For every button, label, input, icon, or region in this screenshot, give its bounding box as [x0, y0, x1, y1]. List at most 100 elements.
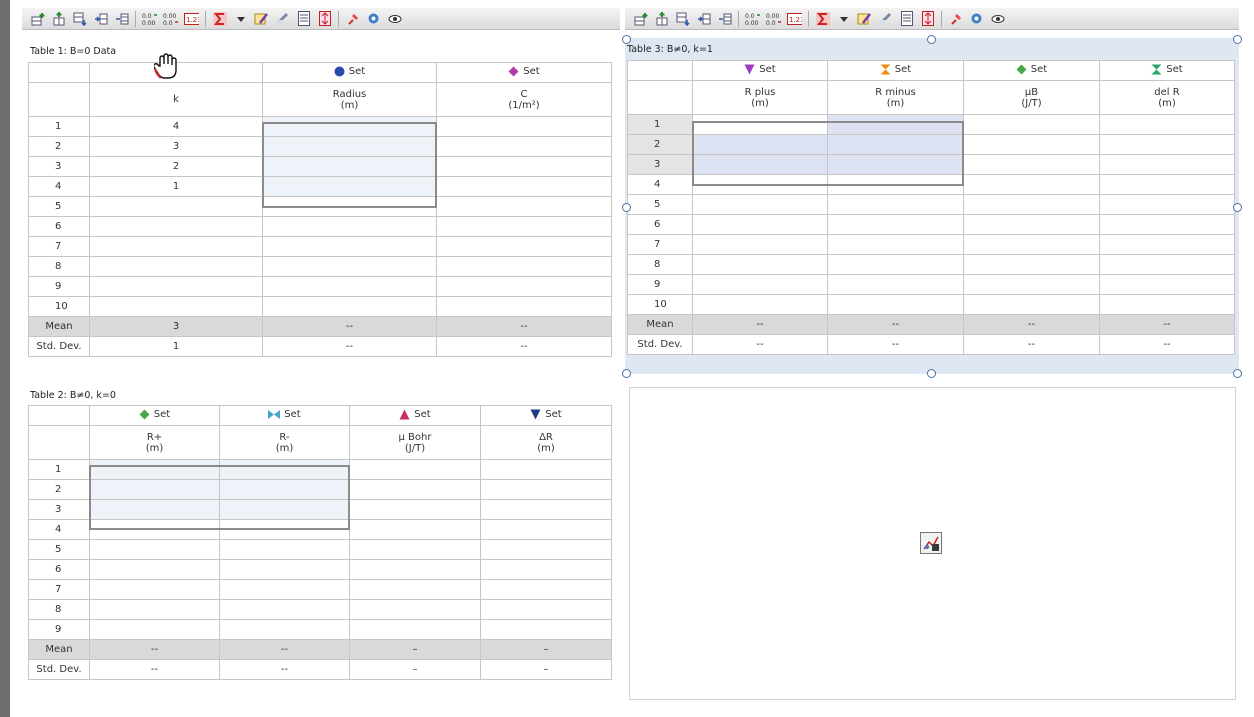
row-number[interactable]: 3 — [28, 156, 90, 177]
row-number[interactable]: 7 — [28, 579, 90, 600]
add-row-right-icon[interactable] — [114, 11, 129, 26]
sigma-statistics-icon[interactable] — [212, 11, 227, 26]
table-cell[interactable] — [262, 236, 437, 257]
table-cell[interactable] — [963, 254, 1100, 275]
table-cell[interactable] — [219, 619, 350, 640]
settings-gear-icon[interactable] — [969, 11, 984, 26]
add-row-left-icon[interactable] — [696, 11, 711, 26]
resize-handle[interactable] — [1233, 203, 1242, 212]
row-number[interactable]: 1 — [28, 459, 90, 480]
table-cell[interactable] — [436, 176, 612, 197]
table-cell[interactable] — [89, 459, 220, 480]
table-cell[interactable] — [692, 134, 828, 155]
resize-handle[interactable] — [927, 369, 936, 378]
table-cell[interactable] — [436, 236, 612, 257]
increase-precision-icon[interactable]: 0.0 0.00 — [142, 11, 157, 26]
table-cell[interactable] — [89, 479, 220, 500]
table-cell[interactable] — [349, 479, 481, 500]
table-cell[interactable] — [89, 296, 263, 317]
edit-data-icon[interactable] — [254, 11, 269, 26]
row-number[interactable]: 2 — [28, 136, 90, 157]
row-number[interactable]: 6 — [28, 216, 90, 237]
table-cell[interactable] — [349, 519, 481, 540]
table-cell[interactable] — [89, 519, 220, 540]
set-header-r-plus[interactable]: Set — [89, 405, 220, 426]
table-cell[interactable] — [219, 599, 350, 620]
table-cell[interactable] — [827, 154, 964, 175]
table-cell[interactable] — [262, 296, 437, 317]
table-cell[interactable] — [480, 599, 612, 620]
table-cell[interactable] — [827, 214, 964, 235]
insert-row-icon[interactable] — [633, 11, 648, 26]
row-number[interactable]: 4 — [28, 176, 90, 197]
row-number[interactable]: 8 — [28, 256, 90, 277]
table-cell[interactable] — [1099, 134, 1235, 155]
table-cell[interactable] — [692, 294, 828, 315]
table-cell[interactable] — [963, 294, 1100, 315]
add-row-left-icon[interactable] — [93, 11, 108, 26]
set-header-mu-bohr[interactable]: Set — [349, 405, 481, 426]
column-properties-icon[interactable] — [899, 11, 914, 26]
table-cell[interactable] — [219, 499, 350, 520]
table-cell[interactable] — [89, 539, 220, 560]
table-cell[interactable] — [219, 539, 350, 560]
column-header-mu-b[interactable]: μB (J/T) — [963, 80, 1100, 115]
table-cell[interactable] — [436, 276, 612, 297]
table-cell[interactable] — [219, 459, 350, 480]
table-cell[interactable] — [262, 256, 437, 277]
resize-handle[interactable] — [622, 35, 631, 44]
column-header-r-minus[interactable]: R- (m) — [219, 425, 350, 460]
set-header-delta-r[interactable]: Set — [480, 405, 612, 426]
row-number[interactable]: 7 — [28, 236, 90, 257]
table-cell[interactable]: 1 — [89, 176, 263, 197]
table-cell[interactable] — [692, 274, 828, 295]
row-number[interactable]: 9 — [28, 619, 90, 640]
column-properties-icon[interactable] — [296, 11, 311, 26]
row-number[interactable]: 6 — [627, 214, 693, 235]
row-number[interactable]: 4 — [28, 519, 90, 540]
table-cell[interactable] — [89, 619, 220, 640]
resize-handle[interactable] — [927, 35, 936, 44]
set-header-c[interactable]: Set — [436, 62, 612, 83]
row-number[interactable]: 2 — [627, 134, 693, 155]
table-cell[interactable] — [827, 234, 964, 255]
table-cell[interactable] — [1099, 294, 1235, 315]
table-cell[interactable] — [89, 276, 263, 297]
row-number[interactable]: 9 — [627, 274, 693, 295]
row-number[interactable]: 1 — [627, 114, 693, 135]
table-cell[interactable] — [827, 254, 964, 275]
table-cell[interactable]: 3 — [89, 136, 263, 157]
table-cell[interactable] — [692, 114, 828, 135]
table-cell[interactable] — [692, 174, 828, 195]
table-cell[interactable] — [480, 619, 612, 640]
table-cell[interactable] — [262, 216, 437, 237]
row-number[interactable]: 9 — [28, 276, 90, 297]
set-header-r-minus[interactable]: Set — [827, 60, 964, 81]
insert-row-icon[interactable] — [30, 11, 45, 26]
table-cell[interactable] — [436, 296, 612, 317]
table-cell[interactable] — [480, 499, 612, 520]
column-header-k[interactable]: k — [89, 82, 263, 117]
column-header-delta-r[interactable]: ΔR (m) — [480, 425, 612, 460]
table-cell[interactable] — [349, 619, 481, 640]
table-cell[interactable] — [436, 156, 612, 177]
table-cell[interactable] — [963, 214, 1100, 235]
row-number[interactable]: 6 — [28, 559, 90, 580]
table-cell[interactable] — [262, 136, 437, 157]
table-cell[interactable] — [963, 114, 1100, 135]
column-header-del-r[interactable]: del R (m) — [1099, 80, 1235, 115]
edit-data-icon[interactable] — [857, 11, 872, 26]
row-number[interactable]: 10 — [627, 294, 693, 315]
table-cell[interactable] — [349, 459, 481, 480]
table-cell[interactable] — [1099, 154, 1235, 175]
row-number[interactable]: 1 — [28, 116, 90, 137]
table-cell[interactable] — [436, 256, 612, 277]
table-cell[interactable] — [219, 579, 350, 600]
table-cell[interactable] — [349, 579, 481, 600]
clear-data-icon[interactable] — [878, 11, 893, 26]
table-cell[interactable] — [349, 499, 481, 520]
table-cell[interactable] — [827, 274, 964, 295]
table-cell[interactable] — [827, 114, 964, 135]
graph-panel[interactable] — [629, 387, 1236, 700]
table-cell[interactable] — [89, 499, 220, 520]
